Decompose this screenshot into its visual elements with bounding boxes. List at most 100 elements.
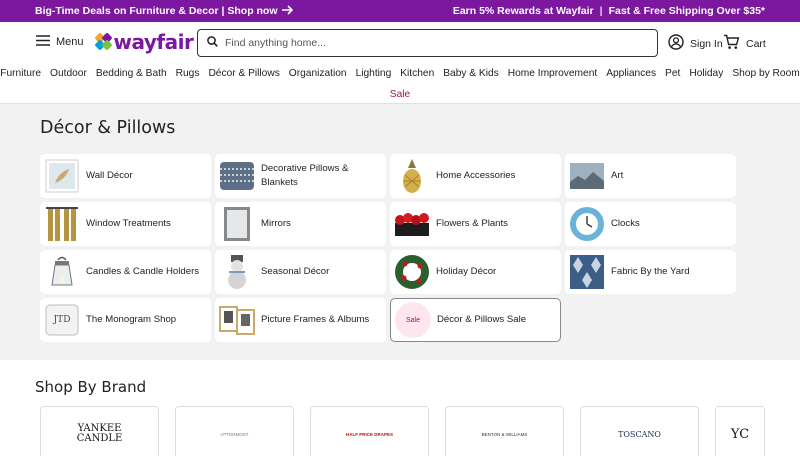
category-label: Clocks bbox=[611, 218, 640, 230]
brand-carousel: YANKEE CANDLE UTTERMOST HALF PRICE DRAPE… bbox=[40, 406, 765, 456]
category-label: Wall Décor bbox=[86, 170, 133, 182]
snowman-thumb bbox=[219, 254, 255, 290]
brand-card-half-price-drapes[interactable]: HALF PRICE DRAPES bbox=[310, 406, 429, 456]
flowers-thumb bbox=[394, 206, 430, 242]
nav-item-home-improvement[interactable]: Home Improvement bbox=[508, 68, 597, 79]
cart-button[interactable]: Cart bbox=[723, 34, 766, 53]
nav-item-furniture[interactable]: Furniture bbox=[0, 68, 41, 79]
brand-logo-text: TOSCANO bbox=[618, 429, 661, 439]
category-card-clocks[interactable]: Clocks bbox=[565, 202, 736, 246]
brand-logo-text: YANKEE CANDLE bbox=[76, 422, 123, 444]
brand-logo-text: BENTON & WILLIAMS bbox=[481, 431, 528, 437]
wreath-thumb bbox=[394, 254, 430, 290]
sign-in-label: Sign In bbox=[690, 37, 723, 50]
category-card-decor-pillows-sale[interactable]: Sale Décor & Pillows Sale bbox=[390, 298, 561, 342]
nav-item-appliances[interactable]: Appliances bbox=[606, 68, 656, 79]
category-grid: Wall Décor Decorative Pillows & Blankets… bbox=[40, 154, 736, 342]
category-label: Flowers & Plants bbox=[436, 218, 508, 230]
category-nav: Furniture Outdoor Bedding & Bath Rugs Dé… bbox=[0, 62, 800, 104]
page-title: Décor & Pillows bbox=[40, 118, 176, 138]
category-card-mirrors[interactable]: Mirrors bbox=[215, 202, 386, 246]
brand-card-uttermost[interactable]: UTTERMOST bbox=[175, 406, 294, 456]
search-input[interactable] bbox=[225, 37, 648, 49]
monogram-text: JTD bbox=[53, 315, 71, 325]
sale-badge-text: Sale bbox=[395, 302, 431, 338]
category-label: The Monogram Shop bbox=[86, 314, 177, 326]
brand-card-toscano[interactable]: TOSCANO bbox=[580, 406, 699, 456]
frames-thumb bbox=[219, 302, 255, 338]
category-label: Picture Frames & Albums bbox=[261, 314, 370, 326]
brand-card-partial[interactable]: YC bbox=[715, 406, 765, 456]
nav-item-shop-by-room[interactable]: Shop by Room bbox=[732, 68, 799, 79]
nav-item-pet[interactable]: Pet bbox=[665, 68, 680, 79]
nav-row: Furniture Outdoor Bedding & Bath Rugs Dé… bbox=[0, 62, 800, 79]
category-label: Holiday Décor bbox=[436, 266, 497, 278]
brands-title: Shop By Brand bbox=[35, 378, 147, 396]
nav-item-kitchen[interactable]: Kitchen bbox=[400, 68, 434, 79]
sale-badge: Sale bbox=[395, 302, 431, 338]
nav-item-decor-pillows[interactable]: Décor & Pillows bbox=[208, 68, 279, 79]
cart-label: Cart bbox=[746, 37, 766, 50]
sign-in-button[interactable]: Sign In bbox=[668, 34, 723, 53]
category-card-wall-decor[interactable]: Wall Décor bbox=[40, 154, 211, 198]
promo-divider: | bbox=[599, 5, 603, 17]
pineapple-thumb bbox=[394, 158, 430, 194]
category-label: Seasonal Décor bbox=[261, 266, 330, 278]
nav-item-organization[interactable]: Organization bbox=[289, 68, 347, 79]
arrow-right-icon bbox=[281, 4, 294, 18]
nav-item-sale[interactable]: Sale bbox=[0, 89, 800, 100]
brand-card-benton-williams[interactable]: BENTON & WILLIAMS bbox=[445, 406, 564, 456]
category-card-candles[interactable]: Candles & Candle Holders bbox=[40, 250, 211, 294]
nav-item-outdoor[interactable]: Outdoor bbox=[50, 68, 87, 79]
category-label: Candles & Candle Holders bbox=[86, 266, 200, 278]
site-header: Menu wayfair Sign In Cart bbox=[0, 22, 800, 62]
promo-left-text: Big-Time Deals on Furniture & Decor | Sh… bbox=[35, 5, 278, 17]
pillow-thumb bbox=[219, 158, 255, 194]
search-bar bbox=[197, 29, 658, 57]
category-card-holiday-decor[interactable]: Holiday Décor bbox=[390, 250, 561, 294]
nav-item-bedding-bath[interactable]: Bedding & Bath bbox=[96, 68, 167, 79]
category-card-fabric[interactable]: Fabric By the Yard bbox=[565, 250, 736, 294]
menu-label: Menu bbox=[56, 36, 84, 48]
brand-card-yankee-candle[interactable]: YANKEE CANDLE bbox=[40, 406, 159, 456]
category-card-seasonal-decor[interactable]: Seasonal Décor bbox=[215, 250, 386, 294]
nav-item-rugs[interactable]: Rugs bbox=[176, 68, 200, 79]
art-thumb bbox=[569, 158, 605, 194]
nav-item-holiday[interactable]: Holiday bbox=[689, 68, 723, 79]
category-card-window-treatments[interactable]: Window Treatments bbox=[40, 202, 211, 246]
wayfair-logo[interactable]: wayfair bbox=[93, 30, 194, 54]
promo-bar: Big-Time Deals on Furniture & Decor | Sh… bbox=[0, 0, 800, 22]
promo-left-link[interactable]: Big-Time Deals on Furniture & Decor | Sh… bbox=[35, 4, 294, 18]
logo-mark-icon bbox=[93, 32, 113, 51]
category-card-picture-frames[interactable]: Picture Frames & Albums bbox=[215, 298, 386, 342]
category-card-flowers-plants[interactable]: Flowers & Plants bbox=[390, 202, 561, 246]
promo-shipping-link[interactable]: Fast & Free Shipping Over $35* bbox=[609, 5, 765, 17]
monogram-pillow-thumb: JTD bbox=[44, 302, 80, 338]
category-card-monogram-shop[interactable]: JTD The Monogram Shop bbox=[40, 298, 211, 342]
curtain-thumb bbox=[44, 206, 80, 242]
category-card-home-accessories[interactable]: Home Accessories bbox=[390, 154, 561, 198]
menu-button[interactable]: Menu bbox=[36, 35, 84, 49]
wall-decor-thumb bbox=[44, 158, 80, 194]
search-icon bbox=[207, 34, 218, 52]
brand-logo-text: YC bbox=[730, 426, 750, 442]
category-card-art[interactable]: Art bbox=[565, 154, 736, 198]
brand-logo-text: UTTERMOST bbox=[220, 431, 249, 437]
nav-item-baby-kids[interactable]: Baby & Kids bbox=[443, 68, 499, 79]
nav-item-lighting[interactable]: Lighting bbox=[356, 68, 392, 79]
brand-logo-text: HALF PRICE DRAPES bbox=[345, 431, 393, 437]
category-label: Fabric By the Yard bbox=[611, 266, 690, 278]
category-label: Art bbox=[611, 170, 624, 182]
logo-text: wayfair bbox=[113, 30, 194, 54]
category-label: Décor & Pillows Sale bbox=[437, 314, 527, 326]
category-label: Home Accessories bbox=[436, 170, 516, 182]
clock-thumb bbox=[569, 206, 605, 242]
category-card-decorative-pillows[interactable]: Decorative Pillows & Blankets bbox=[215, 154, 386, 198]
cart-icon bbox=[723, 34, 740, 53]
fabric-thumb bbox=[569, 254, 605, 290]
hamburger-icon bbox=[36, 35, 50, 49]
decor-pillows-section: Décor & Pillows Wall Décor Decorative Pi… bbox=[0, 104, 800, 360]
promo-rewards-link[interactable]: Earn 5% Rewards at Wayfair bbox=[453, 5, 594, 17]
category-label: Window Treatments bbox=[86, 218, 171, 230]
mirror-thumb bbox=[219, 206, 255, 242]
